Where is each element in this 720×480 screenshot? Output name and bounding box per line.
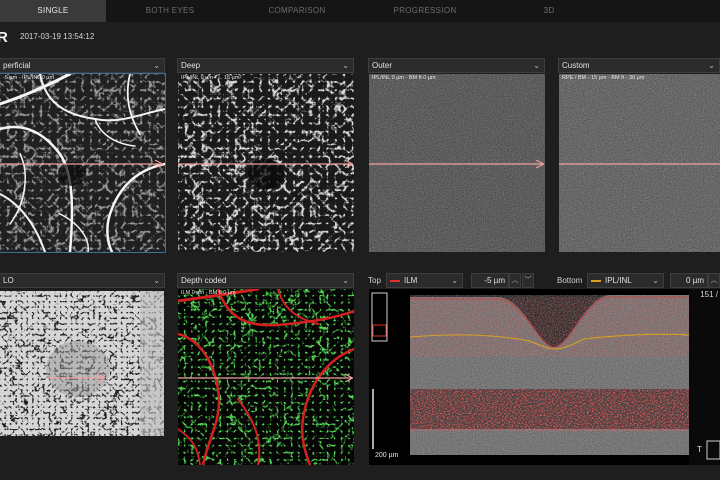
tab-single[interactable]: SINGLE xyxy=(0,0,106,22)
top-offset-increment-button[interactable]: ︿ xyxy=(509,273,521,288)
bottom-offset-increment-button[interactable]: ︿ xyxy=(708,273,720,288)
layer-select-deep[interactable]: Deep ⌄ xyxy=(177,58,354,73)
image-select-label: LO xyxy=(3,276,14,285)
header: R 2017-03-19 13:54:12 xyxy=(0,22,720,52)
angiogram-superficial[interactable]: -5 µm - IPL/INL 0 µm xyxy=(0,73,166,253)
top-offset-decrement-button[interactable]: ﹀ xyxy=(522,273,534,288)
top-boundary-label: Top xyxy=(368,276,381,285)
bottom-layer-color-swatch xyxy=(591,280,601,282)
layer-select-label: Custom xyxy=(562,61,590,70)
chevron-down-icon: ⌄ xyxy=(652,276,659,285)
layer-select-label: perficial xyxy=(3,61,31,70)
app-logo: R xyxy=(0,29,8,46)
bscan-frame-counter: 151 / xyxy=(700,290,718,299)
layer-select-label: Outer xyxy=(372,61,393,70)
tab-comparison[interactable]: COMPARISON xyxy=(234,0,360,22)
bottom-boundary-label: Bottom xyxy=(557,276,583,285)
depth-coded-angiogram[interactable]: ILM 0 µm - BM ft 0 µm xyxy=(178,289,354,465)
image-select-depth-coded[interactable]: Depth coded ⌄ xyxy=(177,273,354,288)
image-select-label: Depth coded xyxy=(181,276,227,285)
layer-select-superficial[interactable]: perficial ⌄ xyxy=(0,58,165,73)
top-offset-input[interactable]: -5 µm xyxy=(471,273,509,288)
bottom-layer-select[interactable]: IPL/INL ⌄ xyxy=(587,273,664,288)
scan-datetime: 2017-03-19 13:54:12 xyxy=(20,32,95,41)
tab-both-eyes[interactable]: BOTH EYES xyxy=(106,0,234,22)
slo-image[interactable] xyxy=(0,291,164,436)
chevron-down-icon: ⌄ xyxy=(153,276,160,285)
depth-range-text: ILM 0 µm - BM ft 0 µm xyxy=(181,290,236,296)
layer-select-custom[interactable]: Custom ⌄ xyxy=(558,58,720,73)
top-layer-select[interactable]: ILM ⌄ xyxy=(386,273,463,288)
bscan-viewer[interactable]: 200 µm T xyxy=(369,289,720,465)
angiogram-deep[interactable]: IPL/INL 0 µm - ... 15 µm xyxy=(178,74,354,252)
tab-3d[interactable]: 3D xyxy=(490,0,608,22)
chevron-down-icon: ⌄ xyxy=(153,61,160,70)
layer-select-outer[interactable]: Outer ⌄ xyxy=(368,58,545,73)
chevron-down-icon: ⌄ xyxy=(533,61,540,70)
bottom-offset-input[interactable]: 0 µm xyxy=(670,273,708,288)
angiogram-custom[interactable]: RPE / BM - 15 µm - BM ft - 30 µm xyxy=(559,74,720,252)
chevron-down-icon: ⌄ xyxy=(342,61,349,70)
layer-select-label: Deep xyxy=(181,61,201,70)
temporal-label: T xyxy=(697,445,702,454)
image-select-slo[interactable]: LO ⌄ xyxy=(0,273,165,288)
scale-bar-label: 200 µm xyxy=(375,452,399,459)
angiogram-outer[interactable]: IPL/INL 0 µm - BM ft 0 µm xyxy=(369,74,545,252)
depth-range-text: IPL/INL 0 µm - BM ft 0 µm xyxy=(372,75,436,81)
chevron-down-icon: ⌄ xyxy=(342,276,349,285)
depth-range-text: -5 µm - IPL/INL 0 µm xyxy=(3,75,55,81)
depth-range-text: IPL/INL 0 µm - ... 15 µm xyxy=(181,75,240,81)
depth-range-text: RPE / BM - 15 µm - BM ft - 30 µm xyxy=(562,75,645,81)
chevron-down-icon: ⌄ xyxy=(451,276,458,285)
tab-progression[interactable]: PROGRESSION xyxy=(360,0,490,22)
top-layer-color-swatch xyxy=(390,280,400,282)
view-tabs: SINGLE BOTH EYES COMPARISON PROGRESSION … xyxy=(0,0,720,22)
chevron-down-icon: ⌄ xyxy=(708,61,715,70)
